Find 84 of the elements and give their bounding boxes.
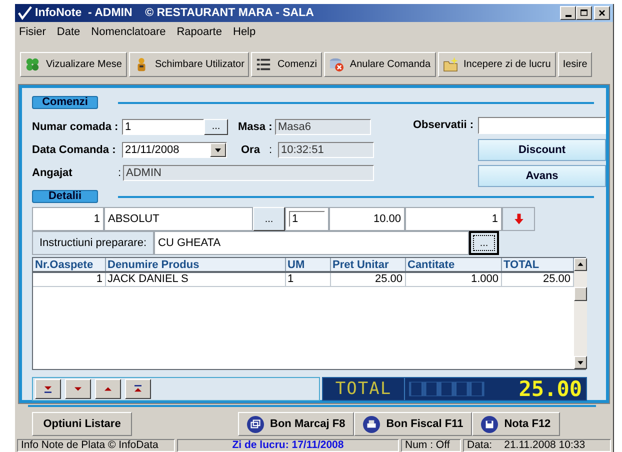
notes-field[interactable] <box>478 116 606 134</box>
status-text: Info Note de Plata © InfoData <box>17 439 175 452</box>
floppy-disk-icon <box>481 416 498 432</box>
window-title: InfoNote - ADMIN © RESTAURANT MARA - SALA <box>35 7 315 19</box>
workday-status: Zi de lucru: 17/11/2008 <box>177 439 399 452</box>
next-record-button[interactable] <box>65 379 91 399</box>
add-button[interactable] <box>502 207 535 231</box>
action-button[interactable]: Discount <box>478 139 606 161</box>
action-button[interactable]: Bon Marcaj F8 <box>238 412 354 436</box>
print-options-button[interactable]: Optiuni Listare <box>32 412 132 436</box>
order-number-field[interactable]: 1 <box>122 118 204 134</box>
browse-button[interactable]: ... <box>253 207 285 231</box>
table-cell: 1.000 <box>405 272 501 286</box>
close-button[interactable] <box>594 6 610 20</box>
price-field[interactable]: 10.00 <box>329 207 405 231</box>
menu-item[interactable]: Help <box>233 26 256 38</box>
toolbar-button[interactable]: Iesire <box>558 52 592 77</box>
field-label: Masa : <box>238 120 274 132</box>
clover-icon <box>25 57 40 72</box>
menu-item[interactable]: Rapoarte <box>176 26 222 38</box>
quantity-field[interactable]: 1 <box>405 207 502 231</box>
menu-item[interactable]: Nomenclatoare <box>91 26 166 38</box>
table-cell: 1 <box>285 272 330 286</box>
windows-icon <box>247 416 264 432</box>
field-label: Numar comada : <box>32 120 120 132</box>
product-field[interactable]: ABSOLUT <box>104 207 253 231</box>
table-cell: 25.00 <box>501 272 573 286</box>
scroll-thumb[interactable] <box>574 286 586 300</box>
checkmark-icon <box>18 6 32 20</box>
date-label: Data: <box>467 440 492 451</box>
section-header: Detalii <box>32 190 98 203</box>
toolbar-button[interactable]: Anulare Comanda <box>324 52 436 77</box>
database-delete-icon <box>328 57 344 72</box>
date-time-status: 21.11.2008 10:33 <box>504 440 586 451</box>
time-field: 10:32:51 <box>278 142 374 158</box>
field-label: Observatii : <box>413 119 475 131</box>
table-cell: 1 <box>33 272 105 286</box>
table-field: Masa6 <box>275 118 371 134</box>
column-header[interactable]: Cantitate <box>405 258 501 272</box>
num-lock-status: Num : Off <box>401 439 461 452</box>
toolbar-button[interactable]: Incepere zi de lucru <box>438 52 556 77</box>
total-value: 25.00 <box>518 378 583 400</box>
total-label: TOTAL <box>323 378 405 400</box>
list-icon <box>256 57 272 72</box>
scrollbar[interactable] <box>574 258 586 369</box>
minimize-icon <box>564 15 572 17</box>
folder-icon <box>442 57 458 72</box>
action-button[interactable]: Bon Fiscal F11 <box>354 412 472 436</box>
column-header[interactable]: UM <box>285 258 330 272</box>
guest-number-field[interactable]: 1 <box>32 207 104 231</box>
field-label: Data Comanda : <box>32 144 117 156</box>
field-label: Ora <box>241 144 261 156</box>
printer-icon <box>363 416 380 432</box>
column-header[interactable]: TOTAL <box>501 258 573 272</box>
browse-button[interactable]: ... <box>469 231 499 255</box>
close-icon <box>597 8 607 18</box>
toolbar-button[interactable]: Schimbare Utilizator <box>128 52 250 77</box>
colon-label: : <box>269 144 274 156</box>
menu-item[interactable]: Date <box>56 26 80 38</box>
minimize-button[interactable] <box>560 6 576 20</box>
column-header[interactable]: Pret Unitar <box>330 258 405 272</box>
table-cell: 25.00 <box>330 272 405 286</box>
first-record-button[interactable] <box>125 379 151 399</box>
date-dropdown[interactable]: 21/11/2008 <box>122 142 227 158</box>
unit-field[interactable]: 1 <box>289 211 325 227</box>
toolbar-button[interactable]: Vizualizare Mese <box>20 52 127 77</box>
last-record-button[interactable] <box>35 379 61 399</box>
browse-button[interactable]: ... <box>204 118 228 134</box>
employee-field: ADMIN <box>123 164 374 180</box>
toolbar-button[interactable]: Comenzi <box>251 52 322 77</box>
menu-item[interactable]: Fisier <box>19 26 46 38</box>
action-button[interactable]: Avans <box>478 165 606 187</box>
instructions-field[interactable]: CU GHEATA <box>154 231 469 255</box>
table-cell: JACK DANIEL S <box>105 272 285 286</box>
previous-record-button[interactable] <box>95 379 121 399</box>
column-header[interactable]: Nr.Oaspete <box>33 258 105 272</box>
maximize-icon <box>579 8 589 18</box>
colon-label: : <box>118 166 122 178</box>
column-header[interactable]: Denumire Produs <box>105 258 285 272</box>
action-button[interactable]: Nota F12 <box>472 412 560 436</box>
field-label: Instructiuni preparare: <box>32 231 154 255</box>
section-header: Comenzi <box>32 96 98 109</box>
field-label: Angajat <box>32 166 74 178</box>
maximize-button[interactable] <box>576 6 592 20</box>
